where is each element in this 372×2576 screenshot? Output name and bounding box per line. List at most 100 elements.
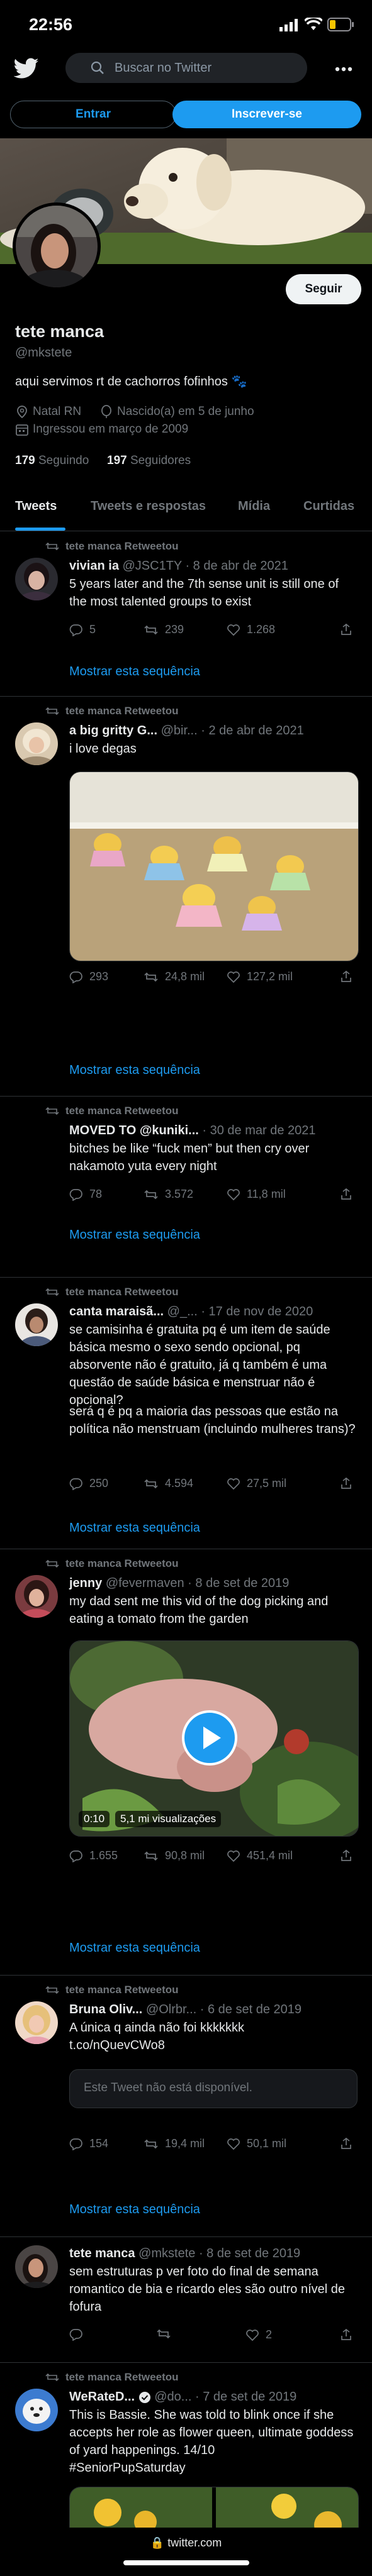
tweet-date[interactable]: · 17 de nov de 2020	[201, 1305, 313, 1318]
tweet-author-name[interactable]: canta maraisã...	[69, 1305, 164, 1318]
retweet-button[interactable]	[156, 2328, 178, 2340]
tweet-item[interactable]: tete manca @mkstete · 8 de set de 2019 s…	[0, 2236, 372, 2363]
tweet-actions: 5 239 1.268	[69, 623, 359, 642]
like-button[interactable]: 11,8 mil	[227, 1188, 286, 1201]
profile-birthday: Nascido(a) em 5 de junho	[99, 405, 254, 419]
tweet-avatar[interactable]	[15, 558, 58, 600]
share-button[interactable]	[340, 970, 352, 983]
tweet-date[interactable]: · 8 de set de 2019	[188, 1576, 289, 1590]
tweet-date[interactable]: · 30 de mar de 2021	[202, 1124, 315, 1137]
like-button[interactable]: 50,1 mil	[227, 2137, 286, 2150]
tweet-avatar[interactable]	[15, 1122, 58, 1165]
tweet-media-image[interactable]	[69, 771, 359, 961]
tweet-item[interactable]: tete manca Retweetou canta maraisã... @_…	[0, 1277, 372, 1549]
tweet-date[interactable]: · 6 de set de 2019	[200, 2003, 302, 2016]
tweet-item[interactable]: tete manca Retweetou a big gritty G... @…	[0, 696, 372, 1097]
tweet-item[interactable]: tete manca Retweetou WeRateD... @do... ·…	[0, 2362, 372, 2538]
tweet-header: a big gritty G... @bir... · 2 de abr de …	[69, 724, 304, 738]
follow-button[interactable]: Seguir	[286, 274, 361, 304]
reply-button[interactable]: 250	[69, 1477, 108, 1490]
tweet-avatar[interactable]	[15, 1575, 58, 1618]
tweet-text: 5 years later and the 7th sense unit is …	[69, 577, 339, 609]
tweet-author-name[interactable]: WeRateD...	[69, 2390, 135, 2404]
tweet-date[interactable]: · 2 de abr de 2021	[201, 724, 303, 738]
like-count: 11,8 mil	[247, 1188, 286, 1200]
twitter-logo-icon[interactable]	[14, 58, 39, 79]
share-button[interactable]	[340, 2328, 352, 2341]
like-button[interactable]: 1.268	[227, 623, 275, 636]
play-button[interactable]	[182, 1710, 237, 1766]
tweet-author-name[interactable]: a big gritty G...	[69, 724, 157, 738]
heart-icon	[227, 2138, 240, 2150]
show-thread-link[interactable]: Mostrar esta sequência	[69, 1521, 200, 1535]
like-button[interactable]: 127,2 mil	[227, 970, 293, 983]
signup-button[interactable]: Inscrever-se	[172, 101, 361, 128]
show-thread-link[interactable]: Mostrar esta sequência	[69, 1941, 200, 1955]
tweet-avatar[interactable]	[15, 722, 58, 765]
tweet-link[interactable]: t.co/nQuevCWo8	[69, 2037, 359, 2054]
like-button[interactable]: 451,4 mil	[227, 1849, 293, 1862]
tweet-author-name[interactable]: Bruna Oliv...	[69, 2003, 142, 2016]
more-options-icon[interactable]	[335, 67, 352, 72]
reply-button[interactable]: 1.655	[69, 1849, 118, 1862]
followers-count: 197	[107, 454, 127, 467]
home-indicator[interactable]	[123, 2560, 249, 2565]
tab-media[interactable]: Mídia	[238, 499, 270, 514]
following-stat[interactable]: 179 Seguindo	[15, 454, 89, 468]
tweet-author-name[interactable]: tete manca	[69, 2247, 135, 2260]
reply-button[interactable]: 5	[69, 623, 96, 636]
reply-button[interactable]: 78	[69, 1188, 102, 1201]
retweet-button[interactable]: 3.572	[144, 1188, 193, 1201]
search-box[interactable]: Buscar no Twitter	[65, 53, 307, 83]
retweet-button[interactable]: 239	[144, 623, 184, 636]
login-button[interactable]: Entrar	[10, 101, 176, 128]
show-thread-link[interactable]: Mostrar esta sequência	[69, 1063, 200, 1078]
tab-tweets[interactable]: Tweets	[15, 499, 57, 514]
tweet-media-video[interactable]: 0:10 5,1 mi visualizações	[69, 1640, 359, 1837]
tweet-author-name[interactable]: vivian ia	[69, 559, 119, 573]
tweet-date[interactable]: · 7 de set de 2019	[195, 2390, 296, 2404]
share-button[interactable]	[340, 1849, 352, 1862]
tab-tweets-and-replies[interactable]: Tweets e respostas	[91, 499, 206, 514]
tweet-item[interactable]: tete manca Retweetou jenny @fevermaven ·…	[0, 1549, 372, 1976]
tab-likes[interactable]: Curtidas	[303, 499, 354, 514]
share-button[interactable]	[340, 1477, 352, 1490]
tweet-author-name[interactable]: MOVED TO @kuniki...	[69, 1124, 199, 1137]
show-thread-link[interactable]: Mostrar esta sequência	[69, 2203, 200, 2217]
heart-icon	[246, 2329, 259, 2341]
retweet-button[interactable]: 24,8 mil	[144, 970, 205, 983]
reply-icon	[69, 1188, 82, 1201]
heart-icon	[227, 1188, 240, 1200]
tweet-author-handle: @fevermaven	[105, 1576, 184, 1590]
tweet-item[interactable]: tete manca Retweetou vivian ia @JSC1TY ·…	[0, 531, 372, 697]
share-button[interactable]	[340, 2137, 352, 2150]
followers-stat[interactable]: 197 Seguidores	[107, 454, 191, 468]
share-button[interactable]	[340, 1188, 352, 1200]
reply-button[interactable]: 154	[69, 2137, 108, 2150]
tweet-item[interactable]: tete manca Retweetou Bruna Oliv... @Olrb…	[0, 1975, 372, 2237]
tweet-header: MOVED TO @kuniki... · 30 de mar de 2021	[69, 1124, 316, 1138]
profile-handle: @mkstete	[15, 346, 72, 360]
like-button[interactable]: 2	[245, 2328, 272, 2341]
tweet-hashtag[interactable]: #SeniorPupSaturday	[69, 2459, 359, 2477]
retweet-button[interactable]: 4.594	[144, 1477, 193, 1490]
like-button[interactable]: 27,5 mil	[227, 1477, 286, 1490]
tweet-item[interactable]: tete manca Retweetou MOVED TO @kuniki...…	[0, 1096, 372, 1278]
tweet-avatar[interactable]	[15, 2245, 58, 2288]
reply-button[interactable]: 293	[69, 970, 108, 983]
reply-button[interactable]	[69, 2328, 89, 2341]
tweet-avatar[interactable]	[15, 2389, 58, 2431]
tweet-date[interactable]: · 8 de set de 2019	[199, 2247, 300, 2260]
show-thread-link[interactable]: Mostrar esta sequência	[69, 665, 200, 679]
tweet-date[interactable]: · 8 de abr de 2021	[185, 559, 288, 573]
tweet-author-name[interactable]: jenny	[69, 1576, 102, 1590]
browser-url-bar[interactable]: 🔒 twitter.com	[0, 2528, 372, 2576]
following-label: Seguindo	[38, 454, 89, 467]
show-thread-link[interactable]: Mostrar esta sequência	[69, 1228, 200, 1242]
profile-avatar[interactable]	[13, 202, 101, 290]
share-button[interactable]	[340, 623, 352, 636]
tweet-avatar[interactable]	[15, 1303, 58, 1346]
retweet-button[interactable]: 90,8 mil	[144, 1849, 205, 1862]
tweet-avatar[interactable]	[15, 2001, 58, 2044]
retweet-button[interactable]: 19,4 mil	[144, 2137, 205, 2150]
